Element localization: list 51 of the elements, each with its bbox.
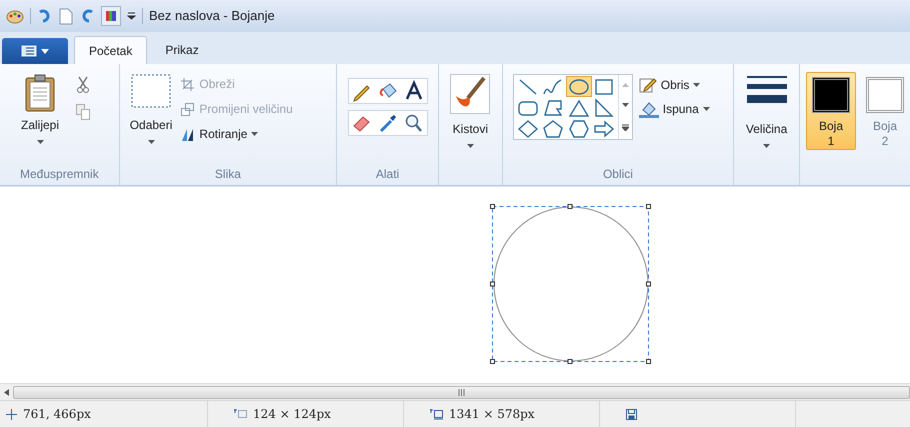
scissors-icon[interactable]	[76, 76, 90, 94]
group-label: Oblici	[602, 166, 634, 183]
group-label: Međuspremnik	[19, 166, 100, 183]
ribbon-tab[interactable]: Prikaz	[151, 36, 213, 64]
save-icon	[626, 408, 637, 420]
menu-icon	[21, 45, 37, 57]
scrollbar-thumb[interactable]	[13, 386, 910, 398]
canvas-size: 1341 × 578px	[449, 406, 535, 423]
selection-icon	[131, 74, 172, 108]
pencil-icon	[638, 76, 657, 94]
size-button[interactable]: Veličina	[734, 64, 800, 148]
brushes-button[interactable]: Kistovi	[438, 64, 502, 148]
oval-shape-icon[interactable]	[566, 76, 592, 97]
color-button[interactable]: Boja 1	[806, 72, 856, 150]
rotate-button[interactable]: Rotiranje	[180, 124, 293, 144]
grip-icon	[458, 388, 465, 396]
selection-size-icon	[234, 408, 247, 420]
expand-gallery-icon[interactable]	[622, 124, 629, 131]
scroll-left-icon[interactable]	[4, 388, 9, 396]
horizontal-scrollbar[interactable]	[0, 383, 910, 400]
paintbrush-icon	[450, 74, 490, 114]
clipboard-icon	[25, 74, 55, 112]
select-button[interactable]: Odaberi	[130, 74, 172, 165]
caret-icon	[693, 83, 700, 87]
paste-button[interactable]: Zalijepi	[14, 74, 66, 165]
move-icon	[6, 408, 17, 420]
scroll-down-icon[interactable]	[622, 103, 629, 108]
fill-bucket-icon	[638, 100, 659, 118]
caret-icon	[763, 144, 770, 148]
caret-icon	[36, 140, 44, 144]
color-button[interactable]: Boja 2	[860, 72, 910, 150]
caret-icon	[148, 140, 155, 144]
fill-button[interactable]: Ispuna	[638, 100, 710, 118]
rotate-icon	[180, 126, 196, 142]
window-title: Bez naslova - Bojanje	[149, 7, 275, 26]
crop-icon	[180, 76, 196, 92]
cursor-position: 761, 466px	[23, 406, 91, 423]
caret-icon	[702, 107, 710, 111]
selection-size: 124 × 124px	[253, 406, 331, 423]
app-menu-button[interactable]	[2, 38, 68, 64]
caret-icon	[41, 48, 49, 54]
customize-dropdown-icon[interactable]	[127, 12, 136, 20]
group-label: Slika	[214, 166, 242, 183]
outline-button[interactable]: Obris	[638, 76, 710, 94]
colors-icon[interactable]	[101, 6, 121, 26]
canvas-size-icon	[430, 408, 443, 420]
caret-icon	[466, 144, 474, 148]
new-file-icon[interactable]	[59, 8, 73, 24]
ribbon-tab[interactable]: Početak	[74, 36, 148, 64]
group-label: Alati	[374, 166, 400, 183]
resize-icon	[180, 102, 196, 116]
